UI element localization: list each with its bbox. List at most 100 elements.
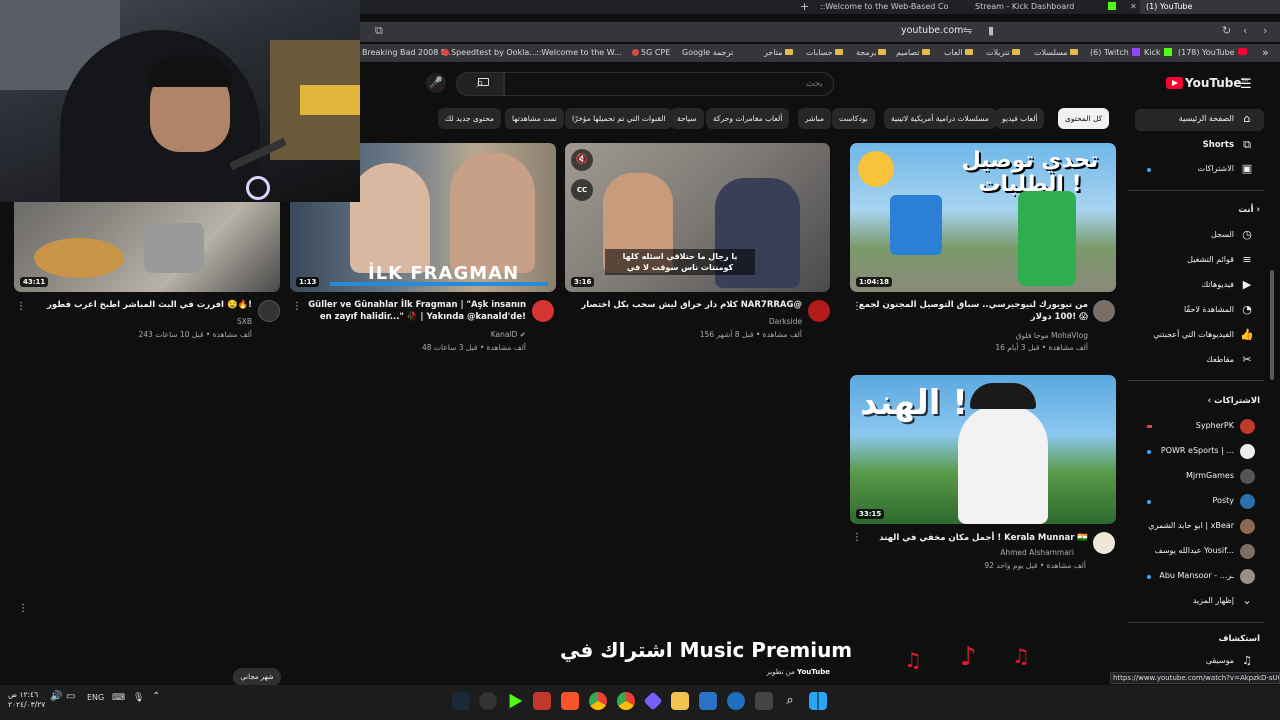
browser-tab[interactable]: ::Welcome to the Web-Based Config — [820, 0, 948, 14]
tray-expand-icon[interactable]: ⌃ — [152, 691, 160, 702]
chip[interactable]: ألعاب فيديو — [995, 108, 1045, 129]
channel-name[interactable]: SXB — [50, 316, 252, 328]
microphone-icon[interactable]: 🎙 — [133, 693, 144, 703]
bookmark-item[interactable]: Kick — [1144, 48, 1175, 57]
bookmark-folder[interactable]: مسلسلات — [1034, 48, 1078, 57]
sidebar-item-shorts[interactable]: Shorts ⧉ — [1135, 135, 1264, 157]
language-indicator[interactable]: ENG — [87, 693, 104, 702]
captions-icon[interactable]: CC — [571, 179, 593, 201]
mute-icon[interactable]: 🔇 — [571, 149, 593, 171]
app-icon[interactable] — [643, 691, 663, 711]
steam-icon[interactable] — [452, 692, 470, 710]
bookmark-folder[interactable]: العاب — [944, 48, 973, 57]
bookmarks-overflow-icon[interactable]: » — [1262, 46, 1269, 59]
voicemeeter-icon[interactable] — [533, 692, 551, 710]
more-options-icon[interactable]: ⋮ — [852, 533, 862, 543]
chip[interactable]: مسلسلات درامية أمريكية لاتينية — [884, 108, 996, 129]
channel-avatar[interactable] — [1093, 532, 1115, 554]
sidebar-item-clips[interactable]: مقاطعك ✂ — [1135, 350, 1264, 372]
browser-tab-active[interactable]: (1) YouTube — [1140, 0, 1280, 14]
bookmark-folder[interactable]: متاجر — [764, 48, 793, 57]
search-icon[interactable]: ⌕ — [781, 692, 799, 710]
chrome-icon[interactable] — [589, 692, 607, 710]
app-icon[interactable] — [699, 692, 717, 710]
sidebar-channel[interactable]: Abu Mansoor - ...ـر — [1135, 566, 1264, 588]
sidebar-channel[interactable]: ابو حابد الشمري | xBear — [1135, 516, 1264, 538]
video-thumbnail[interactable]: الهند ! 33:15 — [850, 375, 1116, 524]
network-icon[interactable]: ▭ — [66, 691, 75, 702]
channel-name[interactable]: KanalD ✔ — [326, 329, 526, 341]
keyboard-icon[interactable] — [478, 78, 489, 86]
chrome-icon[interactable] — [617, 692, 635, 710]
more-options-icon[interactable]: ⋮ — [292, 302, 302, 312]
sidebar-channel[interactable]: Posty — [1135, 491, 1264, 513]
sidebar-section-subscriptions[interactable]: ‹ الاشتراكات — [1135, 396, 1260, 406]
channel-name[interactable]: موحا فلوق MohaVlog — [900, 330, 1088, 342]
sidebar-channel[interactable]: MjrmGames — [1135, 466, 1264, 488]
bookmark-item[interactable]: ::Welcome to the W... — [536, 48, 621, 57]
forward-icon[interactable]: ‹ — [1243, 24, 1247, 37]
video-title[interactable]: من نيويورك لنيوجيرسي.. سباق التوصيل المج… — [858, 299, 1088, 323]
url-field[interactable]: youtube.com — [901, 25, 963, 36]
chip[interactable]: محتوى جديد لك — [438, 108, 501, 129]
bookmark-folder[interactable]: حسابات — [806, 48, 843, 57]
sidebar-item-music[interactable]: موسيقى ♫ — [1135, 651, 1264, 673]
site-settings-icon[interactable]: ⇋ — [963, 24, 972, 37]
sidebar-item-subscriptions[interactable]: الاشتراكات ▣ — [1135, 159, 1264, 181]
file-explorer-icon[interactable] — [671, 692, 689, 710]
sidebar-item-playlists[interactable]: قوائم التشغيل ≡ — [1135, 250, 1264, 272]
bookmark-item[interactable]: Breaking Bad 2008 f... — [362, 48, 451, 57]
chip[interactable]: بودكاست — [832, 108, 875, 129]
more-options-icon[interactable]: ⋮ — [18, 604, 28, 614]
sidebar-item-history[interactable]: السجل ◷ — [1135, 225, 1264, 247]
keyboard-icon[interactable]: ⌨ — [112, 693, 125, 703]
video-title[interactable]: أجمل مكان مخفي في الهند ! Kerala Munnar … — [858, 532, 1088, 544]
channel-name[interactable]: Ahmed Alshammari — [900, 547, 1074, 559]
chip-all[interactable]: كل المحتوى — [1058, 108, 1110, 129]
youtube-logo[interactable]: YouTubeSA — [1166, 76, 1248, 90]
app-icon[interactable] — [727, 692, 745, 710]
close-tab-icon[interactable]: ✕ — [1130, 0, 1137, 14]
new-tab-icon[interactable]: + — [800, 0, 809, 13]
sidebar-item-your-videos[interactable]: فيديوهاتك ▶ — [1135, 275, 1264, 297]
speaker-icon[interactable]: 🔊 — [50, 691, 62, 702]
back-icon[interactable]: › — [1263, 24, 1267, 37]
bookmark-item[interactable]: 5G CPE — [632, 48, 670, 57]
task-view-icon[interactable] — [755, 692, 773, 710]
more-options-icon[interactable]: ⋮ — [852, 302, 862, 312]
brave-icon[interactable] — [561, 692, 579, 710]
extension-icon[interactable]: ⧉ — [375, 24, 383, 38]
clock[interactable]: ١٢:٤٦ ص ٢٠٢٤/٠٣/٢٧ — [8, 690, 45, 710]
bookmark-folder[interactable]: تصاميم — [896, 48, 930, 57]
chip[interactable]: تمت مشاهدتها — [505, 108, 564, 129]
menu-icon[interactable]: ☰ — [1240, 77, 1252, 92]
more-options-icon[interactable]: ⋮ — [16, 302, 26, 312]
bookmark-folder[interactable]: تنزيلات — [986, 48, 1020, 57]
video-title[interactable]: افررت في البث المباشر اطبخ اعرب فطور 🤤🔥! — [30, 299, 252, 311]
chip[interactable]: ألعاب مغامرات وحركة — [706, 108, 790, 129]
channel-avatar[interactable] — [1093, 300, 1115, 322]
bookmark-item[interactable]: Speedtest by Ookla... — [442, 48, 537, 57]
windows-start-icon[interactable] — [809, 692, 827, 710]
chip[interactable]: مباشر — [798, 108, 831, 129]
bookmark-icon[interactable]: ▮ — [988, 24, 994, 37]
reload-icon[interactable]: ↻ — [1222, 24, 1231, 37]
channel-avatar[interactable] — [808, 300, 830, 322]
sidebar-item-home[interactable]: الصفحة الرئيسية ⌂ — [1135, 109, 1264, 131]
sidebar-show-more[interactable]: إظهار المزيد ⌄ — [1135, 591, 1264, 613]
sidebar-channel[interactable]: POWR eSports | ... — [1135, 441, 1264, 463]
sidebar-channel[interactable]: SypherPK — [1135, 416, 1264, 438]
sidebar-channel[interactable]: عبدالله يوسف Yousif... — [1135, 541, 1264, 563]
sidebar-item-liked[interactable]: الفيديوهات التي أعجبتني 👍 — [1135, 325, 1264, 347]
channel-avatar[interactable] — [532, 300, 554, 322]
video-thumbnail[interactable]: يا رجال ما حتلاقي اسئله كلها كومنتات ناس… — [565, 143, 830, 292]
bookmark-item[interactable]: Google ترجمة — [682, 48, 733, 57]
chip[interactable]: القنوات التي تم تحميلها مؤخرًا — [565, 108, 673, 129]
bookmark-item[interactable]: (178) YouTube — [1178, 48, 1250, 57]
voice-search-icon[interactable]: 🎤 — [426, 73, 446, 93]
channel-avatar[interactable] — [258, 300, 280, 322]
kick-studio-icon[interactable] — [509, 693, 523, 709]
channel-name[interactable]: Darkside — [602, 316, 802, 328]
video-thumbnail[interactable]: تحدي توصيل الطلبات ! 1:04:18 — [850, 143, 1116, 292]
sidebar-item-watch-later[interactable]: المشاهدة لاحقًا ◔ — [1135, 300, 1264, 322]
